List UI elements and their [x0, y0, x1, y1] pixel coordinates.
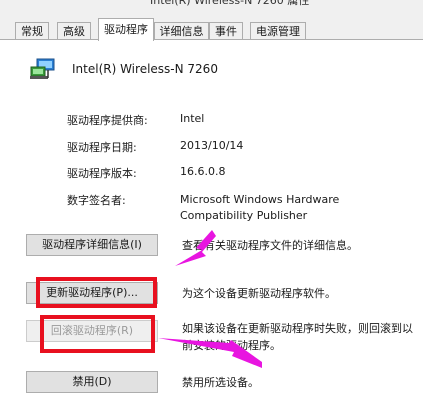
driver-date-label: 驱动程序日期:: [67, 141, 137, 154]
driver-provider-value: Intel: [180, 112, 205, 125]
driver-date-value: 2013/10/14: [180, 139, 244, 152]
driver-details-description: 查看有关驱动程序文件的详细信息。: [182, 239, 358, 252]
window-title-strip: Intel(R) Wireless-N 7260 属性: [0, 0, 423, 14]
driver-version-label: 驱动程序版本:: [67, 167, 137, 180]
tab-details[interactable]: 详细信息: [154, 22, 209, 40]
window-title: Intel(R) Wireless-N 7260 属性: [150, 0, 310, 7]
tab-driver[interactable]: 驱动程序: [98, 18, 154, 41]
tab-advanced[interactable]: 高级: [57, 22, 91, 40]
network-adapter-icon: [30, 58, 55, 79]
driver-version-value: 16.6.0.8: [180, 165, 226, 178]
update-driver-button[interactable]: 更新驱动程序(P)...: [26, 282, 158, 304]
device-name: Intel(R) Wireless-N 7260: [72, 62, 218, 76]
digital-signer-value: Microsoft Windows Hardware Compatibility…: [180, 193, 340, 222]
tab-events[interactable]: 事件: [209, 22, 243, 40]
disable-device-description: 禁用所选设备。: [182, 376, 259, 389]
digital-signer-label: 数字签名者:: [67, 194, 126, 207]
driver-details-button[interactable]: 驱动程序详细信息(I): [26, 234, 158, 256]
tab-bar: 常规 高级 驱动程序 详细信息 事件 电源管理: [0, 14, 423, 41]
tab-power-management[interactable]: 电源管理: [250, 22, 306, 40]
driver-provider-label: 驱动程序提供商:: [67, 114, 148, 127]
disable-device-button[interactable]: 禁用(D): [26, 371, 158, 393]
rollback-driver-description: 如果该设备在更新驱动程序时失败，则回滚到以前安装的驱动程序。: [182, 322, 413, 352]
update-driver-description: 为这个设备更新驱动程序软件。: [182, 287, 336, 300]
tab-general[interactable]: 常规: [15, 22, 49, 40]
rollback-driver-button[interactable]: 回滚驱动程序(R): [26, 320, 158, 342]
